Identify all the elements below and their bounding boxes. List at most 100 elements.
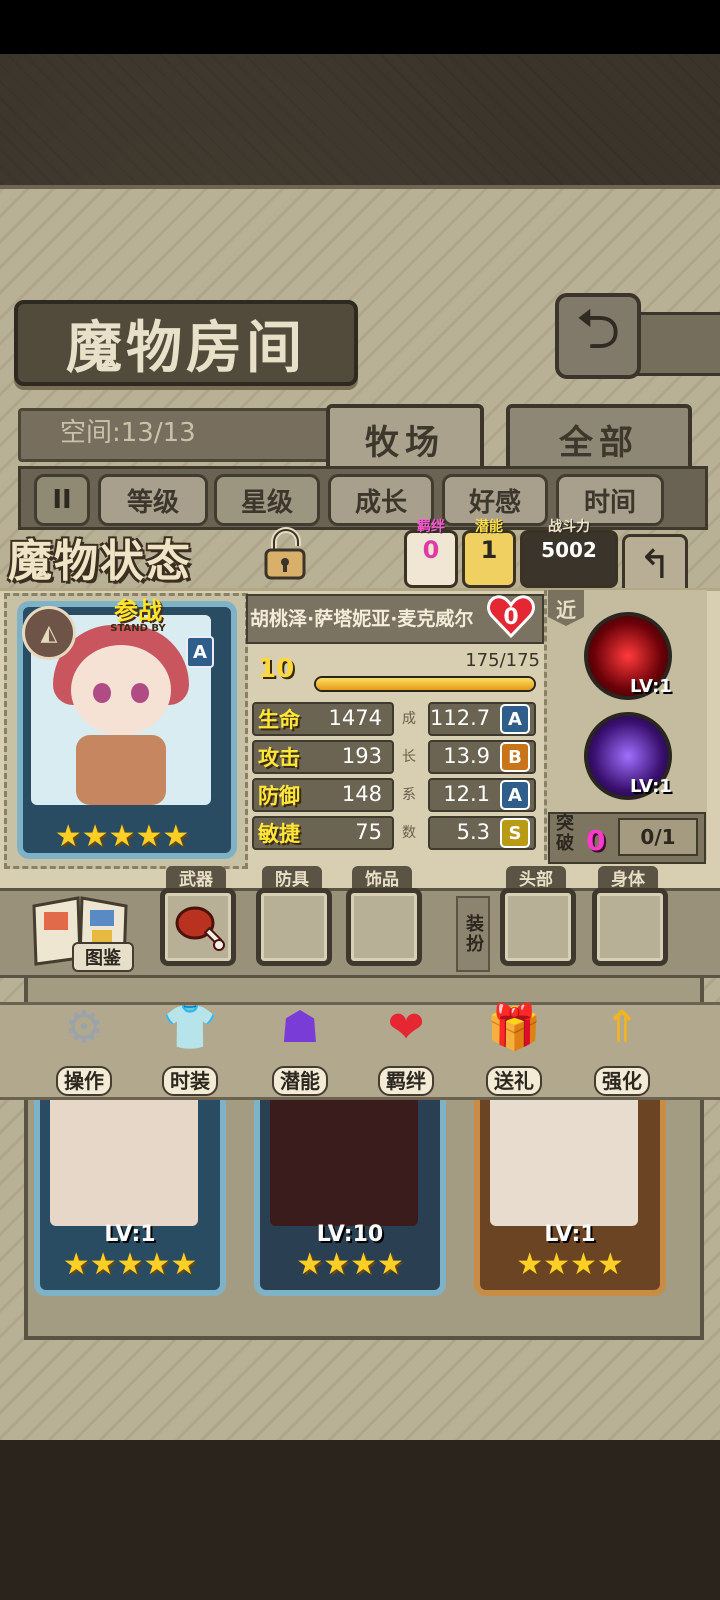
outfit-label: 装扮 (456, 896, 490, 972)
monster-stars: ★★★★★ (62, 1247, 198, 1282)
heart-icon: 0 (487, 595, 535, 639)
back-button[interactable]: ⮌ (555, 293, 641, 379)
grade-chip: S (500, 818, 530, 848)
sort-order-button[interactable]: II (34, 474, 90, 526)
weapon-slot[interactable] (160, 888, 236, 966)
growth-value: 12.1 (443, 782, 490, 806)
tab-all[interactable]: 全部 (506, 404, 692, 474)
stat-label: 攻击 (258, 746, 300, 770)
gear-icon: ⚙ (64, 1001, 104, 1053)
star-icon: ★ (108, 819, 136, 854)
level-badge: 10 (258, 654, 295, 684)
growth-value: 5.3 (456, 820, 490, 844)
exp-fill (316, 678, 534, 690)
action-label: 羁绊 (378, 1066, 434, 1096)
stat-label: 防御 (258, 784, 300, 808)
action-label: 操作 (56, 1066, 112, 1096)
breakthrough-count: 0 (586, 824, 606, 857)
outfit-icon: 👕 (162, 1002, 218, 1053)
slot-label: 头部 (506, 866, 566, 890)
standby-label: 参战 (114, 597, 162, 625)
exp-text: 175/175 (465, 650, 540, 671)
exp-bar (314, 676, 536, 692)
monster-level: LV:1 (104, 1222, 156, 1247)
monster-level: LV:1 (544, 1222, 596, 1247)
bond-value: 0 (422, 536, 440, 564)
breakthrough-label: 突破 (556, 813, 574, 854)
slot-label: 防具 (262, 866, 322, 890)
rank-badge: A (186, 636, 214, 668)
album-label: 图鉴 (72, 942, 134, 972)
growth-coefficient-label: 成 长 系 数 (402, 711, 416, 841)
hearts-icon: ❤ (387, 1001, 425, 1053)
action-label: 潜能 (272, 1066, 328, 1096)
action-upgrade[interactable]: ⇑ 强化 (578, 992, 666, 1100)
power-label: 战斗力 (548, 519, 590, 535)
breakthrough-progress: 0/1 (618, 818, 698, 856)
grade-chip: A (500, 780, 530, 810)
potential-stat: 潜能 1 (462, 519, 516, 588)
lock-icon[interactable] (256, 526, 314, 582)
power-stat: 战斗力 5002 (520, 519, 618, 588)
demon-icon: ☗ (280, 1001, 320, 1053)
gift-icon: 🎁 (486, 1002, 542, 1053)
monster-stars: ★★★★ (516, 1247, 624, 1282)
star-rating: ★ ★ ★ ★ ★ (50, 820, 194, 854)
tab-ranch[interactable]: 牧场 (326, 404, 484, 474)
stat-label: 生命 (258, 708, 300, 732)
power-value: 5002 (541, 538, 597, 562)
action-potential[interactable]: ☗ 潜能 (256, 992, 344, 1100)
slot-label: 饰品 (352, 866, 412, 890)
head-slot[interactable] (500, 888, 576, 966)
action-gift[interactable]: 🎁 送礼 (470, 992, 558, 1100)
action-bond[interactable]: ❤ 羁绊 (362, 992, 450, 1100)
stat-value: 193 (341, 744, 382, 768)
star-icon: ★ (162, 819, 190, 854)
space-counter: 空间:13/13 (60, 418, 196, 448)
bond-stat: 羁绊 0 (404, 519, 458, 588)
grade-chip: B (500, 742, 530, 772)
accessory-slot[interactable] (346, 888, 422, 966)
stat-value: 148 (341, 782, 382, 806)
star-icon: ★ (135, 819, 163, 854)
action-label: 送礼 (486, 1066, 542, 1096)
monster-stars: ★★★★ (296, 1247, 404, 1282)
filter-level[interactable]: 等级 (98, 474, 208, 526)
slot-label: 武器 (166, 866, 226, 890)
star-icon: ★ (81, 819, 109, 854)
page-title: 魔物房间 (14, 300, 358, 386)
status-title: 魔物状态 (8, 536, 192, 587)
grade-chip: A (500, 704, 530, 734)
affinity-value: 0 (503, 605, 518, 630)
return-icon: ⮌ (575, 296, 621, 362)
stat-label: 敏捷 (258, 822, 300, 846)
pause-icon: II (52, 485, 72, 515)
armor-slot[interactable] (256, 888, 332, 966)
bond-label: 羁绊 (417, 519, 445, 535)
back-button-extension (633, 312, 720, 376)
return-icon: ↰ (638, 542, 672, 588)
potential-label: 潜能 (475, 519, 503, 535)
action-label: 时装 (162, 1066, 218, 1096)
standby-badge: 参战 STAND BY (88, 598, 188, 638)
monster-name: 胡桃泽·萨塔妮亚·麦克威尔 (250, 608, 474, 630)
star-icon: ★ (54, 819, 82, 854)
close-status-button[interactable]: ↰ (622, 534, 688, 596)
action-operate[interactable]: ⚙ 操作 (40, 992, 128, 1100)
status-bar (0, 0, 720, 54)
monster-level: LV:10 (316, 1222, 384, 1247)
stat-value: 1474 (328, 706, 382, 730)
action-outfit[interactable]: 👕 时装 (146, 992, 234, 1100)
action-label: 强化 (594, 1066, 650, 1096)
filter-star[interactable]: 星级 (214, 474, 320, 526)
potential-value: 1 (480, 536, 498, 564)
upgrade-arrows-icon: ⇑ (603, 1001, 641, 1053)
skill-level: LV:1 (630, 776, 672, 797)
body-slot[interactable] (592, 888, 668, 966)
stat-value: 75 (355, 820, 382, 844)
growth-value: 13.9 (443, 744, 490, 768)
element-icon: ◭ (22, 606, 76, 660)
slot-label: 身体 (598, 866, 658, 890)
skill-level: LV:1 (630, 676, 672, 697)
meat-icon (175, 906, 225, 951)
